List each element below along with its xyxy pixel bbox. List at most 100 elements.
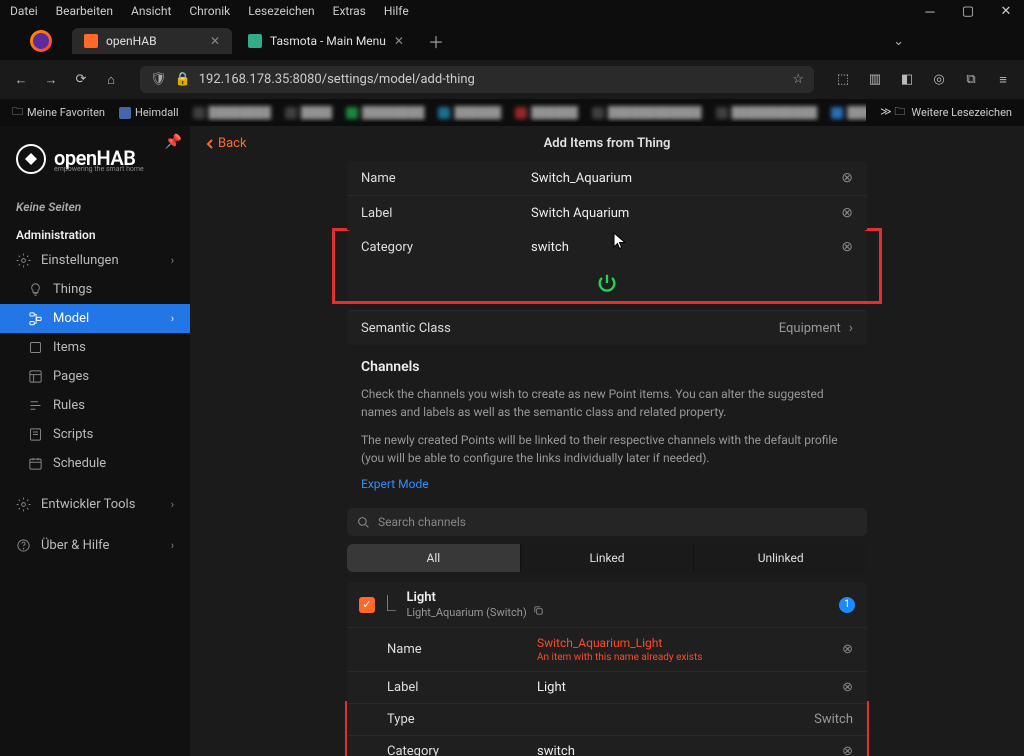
close-icon[interactable]: ✕ <box>210 34 220 48</box>
sidebar-item-settings[interactable]: Einstellungen › <box>0 246 190 275</box>
reload-button[interactable]: ⟳ <box>72 71 90 89</box>
channels-section: Channels Check the channels you wish to … <box>347 345 867 498</box>
channel-name-input[interactable]: Switch_Aquarium_Light <box>537 636 834 650</box>
new-tab-button[interactable]: ＋ <box>428 29 444 53</box>
rules-icon <box>28 398 43 413</box>
expert-mode-link[interactable]: Expert Mode <box>361 477 429 491</box>
tab-openhab[interactable]: openHAB ✕ <box>72 28 232 54</box>
channel-category-input[interactable]: switch <box>537 744 834 756</box>
lock-icon[interactable]: 🔒 <box>175 72 191 87</box>
bulb-icon <box>28 282 43 297</box>
shield-icon[interactable]: 🛡 <box>150 72 167 87</box>
account-icon[interactable]: ◎ <box>930 71 948 89</box>
filter-unlinked[interactable]: Unlinked <box>693 544 867 572</box>
chevron-right-icon: › <box>171 254 174 267</box>
close-button[interactable]: ✕ <box>996 4 1016 20</box>
filter-linked[interactable]: Linked <box>520 544 694 572</box>
label-input[interactable]: Switch Aquarium <box>531 206 833 221</box>
clear-icon[interactable]: ⊗ <box>841 205 853 221</box>
sidebar-section-admin: Administration <box>0 218 190 246</box>
channel-header[interactable]: ✓ L Light Light_Aquarium (Switch) 1 <box>347 582 867 627</box>
window-controls: ─ ▢ ✕ <box>920 4 1016 20</box>
clear-icon[interactable]: ⊗ <box>842 680 853 695</box>
channels-desc-2: The newly created Points will be linked … <box>361 431 853 467</box>
clear-icon[interactable]: ⊗ <box>841 170 853 186</box>
bookmark-item[interactable]: Heimdall <box>119 106 179 119</box>
form-semclass-row[interactable]: Semantic Class Equipment › <box>347 310 867 345</box>
sidebar-item-schedule[interactable]: Schedule <box>0 449 190 478</box>
firefox-icon <box>30 30 52 52</box>
openhab-logo-icon <box>16 144 46 174</box>
home-button[interactable]: ⌂ <box>102 71 120 89</box>
tab-favicon <box>84 34 98 48</box>
forward-button[interactable]: → <box>42 71 60 89</box>
sidebar-item-model[interactable]: Model › <box>0 304 190 333</box>
library-icon[interactable]: ▥ <box>866 71 884 89</box>
gear-icon <box>16 253 31 268</box>
minimize-button[interactable]: ─ <box>920 4 940 20</box>
bookmark-star-icon[interactable]: ☆ <box>792 72 804 87</box>
chevron-right-icon: › <box>849 320 853 336</box>
form-label-row: Label Switch Aquarium ⊗ <box>347 195 867 230</box>
tab-tasmota[interactable]: Tasmota - Main Menu ✕ <box>236 28 416 54</box>
channels-desc-1: Check the channels you wish to create as… <box>361 385 853 421</box>
chevron-right-icon: › <box>171 312 174 325</box>
sidebar-item-scripts[interactable]: Scripts <box>0 420 190 449</box>
tab-list-dropdown[interactable]: ⌄ <box>893 34 904 49</box>
power-icon <box>596 272 618 294</box>
channel-name-error: An item with this name already exists <box>537 652 834 663</box>
tab-title: Tasmota - Main Menu <box>270 34 386 48</box>
copy-icon[interactable] <box>533 605 544 616</box>
pin-icon[interactable]: 📌 <box>165 134 182 150</box>
url-text: 192.168.178.35:8080/settings/model/add-t… <box>199 72 475 87</box>
help-icon <box>16 538 31 553</box>
channel-filter-segmented: All Linked Unlinked <box>347 544 867 572</box>
tab-bar: openHAB ✕ Tasmota - Main Menu ✕ ＋ ⌄ <box>0 22 1024 60</box>
sidebar-item-things[interactable]: Things <box>0 275 190 304</box>
channel-search[interactable]: Search channels <box>347 508 867 536</box>
name-input[interactable]: Switch_Aquarium <box>531 171 833 186</box>
back-link[interactable]: Back <box>206 136 247 151</box>
semclass-value: Equipment <box>779 321 841 336</box>
url-bar[interactable]: 🛡 🔒 192.168.178.35:8080/settings/model/a… <box>140 66 814 93</box>
sidebar-section-pages: Keine Seiten <box>0 190 190 218</box>
bookmarks-bar: 🗀 Meine Favoriten Heimdall ████████ ████… <box>0 99 1024 126</box>
sidebar-item-rules[interactable]: Rules <box>0 391 190 420</box>
sidebar-item-devtools[interactable]: Entwickler Tools › <box>0 490 190 519</box>
main-panel: Back Add Items from Thing Name Switch_Aq… <box>190 126 1024 756</box>
pocket-icon[interactable]: ⬚ <box>834 71 852 89</box>
menu-icon[interactable]: ≡ <box>994 71 1012 89</box>
sidebar: 📌 openHAB empowering the smart home Kein… <box>0 126 190 756</box>
back-button[interactable]: ← <box>12 71 30 89</box>
sidebar-icon[interactable]: ◧ <box>898 71 916 89</box>
clear-icon[interactable]: ⊗ <box>842 642 853 657</box>
layout-icon <box>28 369 43 384</box>
filter-all[interactable]: All <box>347 544 520 572</box>
channel-label-input[interactable]: Light <box>537 680 834 695</box>
category-input[interactable]: switch <box>531 240 833 255</box>
sidebar-item-items[interactable]: Items <box>0 333 190 362</box>
tab-favicon <box>248 34 262 48</box>
clear-icon[interactable]: ⊗ <box>842 744 853 756</box>
channel-label-row: Label Light ⊗ <box>347 671 867 703</box>
sidebar-item-pages[interactable]: Pages <box>0 362 190 391</box>
maximize-button[interactable]: ▢ <box>958 4 978 20</box>
tag-icon <box>28 340 43 355</box>
extensions-icon[interactable]: ⧉ <box>962 71 980 89</box>
bookmark-item[interactable]: 🗀 Meine Favoriten <box>12 103 105 122</box>
channels-heading: Channels <box>361 359 853 375</box>
form-name-row: Name Switch_Aquarium ⊗ <box>347 161 867 195</box>
menubar: Datei Bearbeiten Ansicht Chronik Lesezei… <box>0 0 1024 22</box>
form-category-row: Category switch ⊗ <box>347 230 867 264</box>
channel-checkbox[interactable]: ✓ <box>359 597 375 613</box>
tab-title: openHAB <box>106 34 157 48</box>
content-scroll[interactable]: Name Switch_Aquarium ⊗ Label Switch Aqua… <box>190 161 1024 756</box>
bookmarks-overflow[interactable]: ≫ 🗀 Weitere Lesezeichen <box>880 103 1012 122</box>
channel-type-value: Switch <box>814 712 853 727</box>
page-title: Add Items from Thing <box>544 136 671 151</box>
sidebar-item-help[interactable]: Über & Hilfe › <box>0 531 190 560</box>
brand-logo[interactable]: openHAB empowering the smart home <box>0 140 190 190</box>
close-icon[interactable]: ✕ <box>394 34 404 48</box>
category-icon-preview <box>347 264 867 302</box>
clear-icon[interactable]: ⊗ <box>841 239 853 255</box>
